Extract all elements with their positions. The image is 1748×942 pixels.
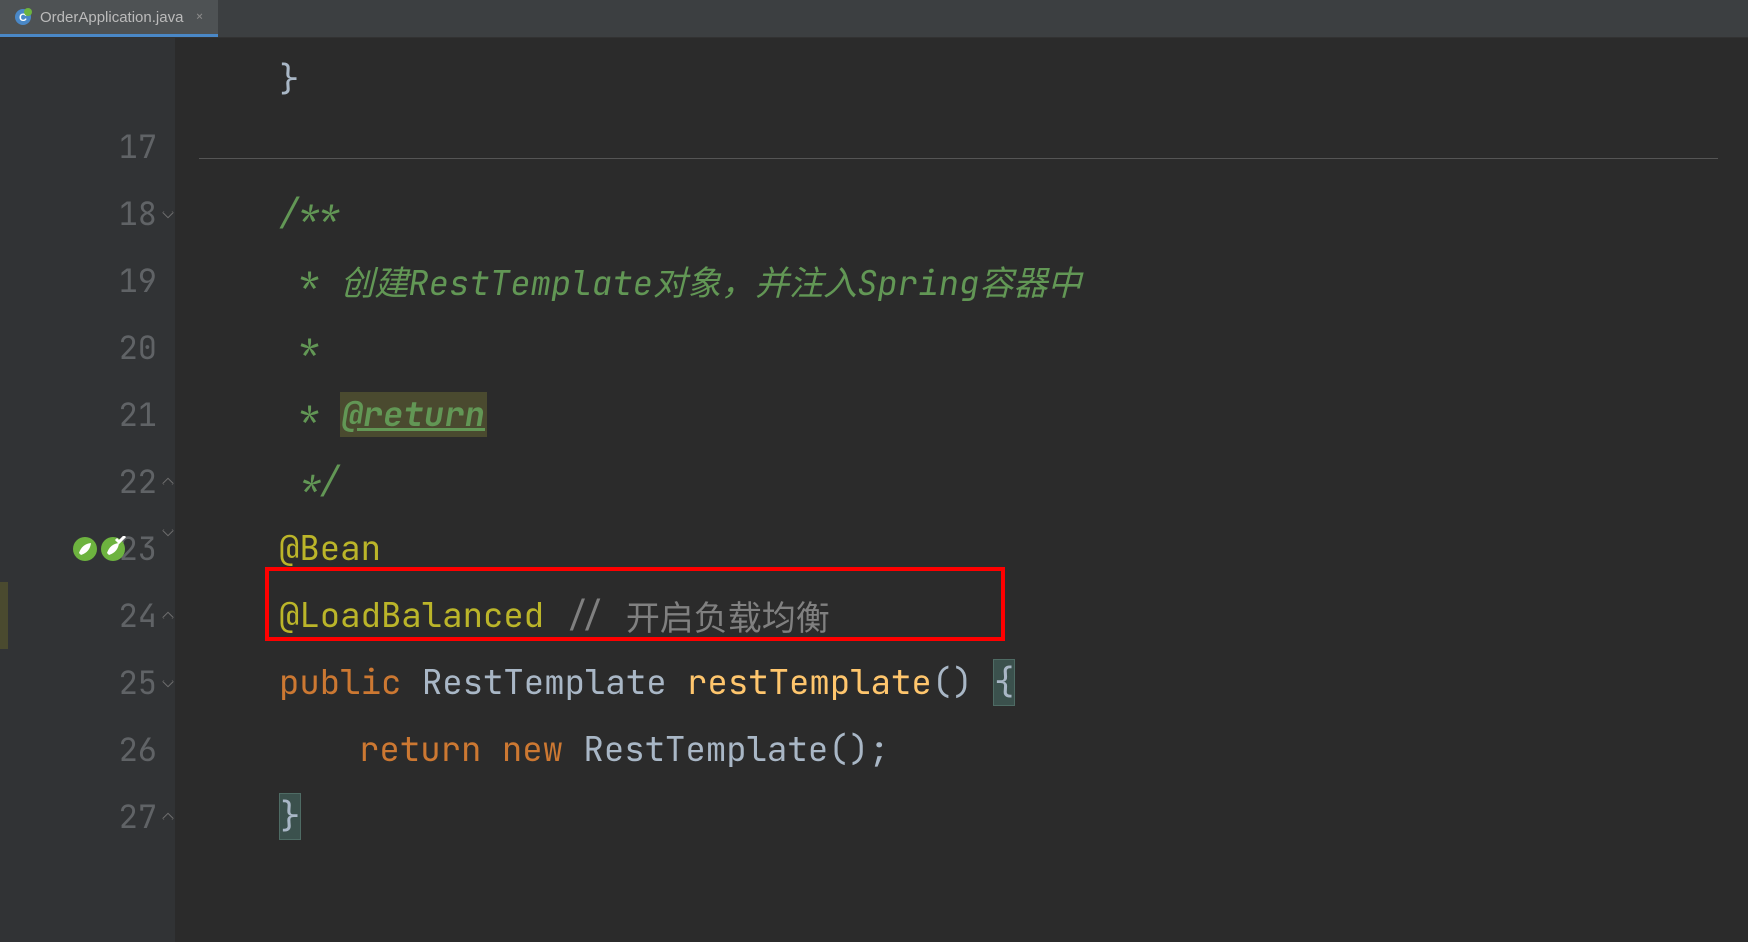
code-area[interactable]: } /** * 创建RestTemplate对象，并注入Spring容器中 * … — [175, 38, 1748, 942]
code-line[interactable]: * @return — [199, 381, 1748, 448]
code-line[interactable]: * — [199, 314, 1748, 381]
code-line[interactable]: */ — [199, 448, 1748, 515]
spring-leaf-icon — [72, 536, 98, 562]
file-tab[interactable]: C OrderApplication.java × — [0, 0, 218, 37]
code-line[interactable]: * 创建RestTemplate对象，并注入Spring容器中 — [199, 247, 1748, 314]
tab-bar: C OrderApplication.java × — [0, 0, 1748, 38]
gutter-row: 17 — [0, 113, 175, 180]
code-line[interactable] — [199, 113, 1748, 180]
code-line[interactable]: } — [199, 46, 1748, 113]
gutter-row: 21 — [0, 381, 175, 448]
gutter-row: 22 — [0, 448, 175, 515]
java-class-icon: C — [14, 8, 32, 26]
tab-filename: OrderApplication.java — [40, 9, 183, 26]
line-number: 19 — [97, 259, 157, 302]
gutter-row: 18 — [0, 180, 175, 247]
code-line[interactable]: return new RestTemplate(); — [199, 716, 1748, 783]
code-line[interactable]: /** — [199, 180, 1748, 247]
line-number: 17 — [97, 125, 157, 168]
gutter-row: 24 — [0, 582, 175, 649]
gutter-row: 23 — [0, 515, 175, 582]
gutter-row: 19 — [0, 247, 175, 314]
code-line[interactable]: @Bean — [199, 515, 1748, 582]
gutter-row: 26 — [0, 716, 175, 783]
code-line[interactable]: @LoadBalanced // 开启负载均衡 — [199, 582, 1748, 649]
line-number: 18 — [97, 192, 157, 235]
code-line[interactable]: } — [199, 783, 1748, 850]
line-number: 20 — [97, 326, 157, 369]
gutter-row: 27 — [0, 783, 175, 850]
gutter: 17 18 19 20 21 22 23 — [0, 38, 175, 942]
gutter-row: 25 — [0, 649, 175, 716]
code-line[interactable]: public RestTemplate restTemplate() { — [199, 649, 1748, 716]
gutter-row — [0, 46, 175, 113]
line-number: 21 — [97, 393, 157, 436]
line-number: 24 — [97, 594, 157, 637]
editor: 17 18 19 20 21 22 23 — [0, 38, 1748, 942]
gutter-row: 20 — [0, 314, 175, 381]
javadoc-return-tag[interactable]: @return — [340, 392, 487, 437]
spring-leaf-check-icon — [100, 536, 126, 562]
close-icon[interactable]: × — [195, 8, 203, 26]
line-number: 27 — [97, 795, 157, 838]
line-number: 25 — [97, 661, 157, 704]
line-number: 22 — [97, 460, 157, 503]
line-number: 26 — [97, 728, 157, 771]
spring-bean-icons[interactable] — [72, 536, 126, 562]
change-marker — [0, 582, 8, 649]
